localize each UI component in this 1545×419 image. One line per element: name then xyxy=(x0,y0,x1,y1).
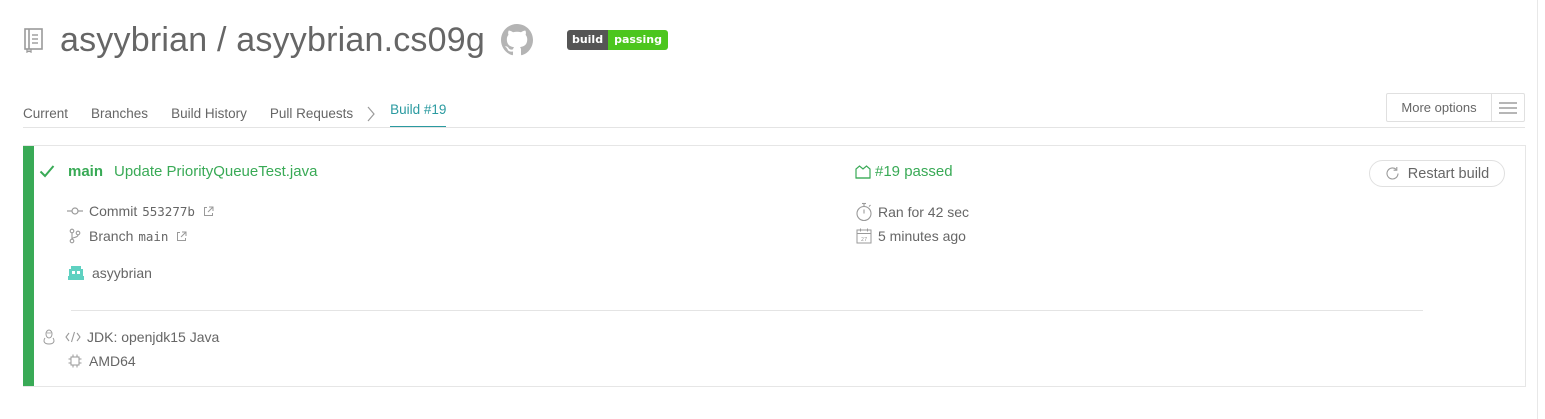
external-link-icon[interactable] xyxy=(203,206,214,217)
cpu-icon xyxy=(67,354,83,368)
arch-row: AMD64 xyxy=(67,353,136,369)
repo-title[interactable]: asyybrian / asyybrian.cs09g xyxy=(60,21,485,60)
build-status-bar xyxy=(23,146,34,386)
tab-current[interactable]: Current xyxy=(23,104,68,124)
badge-status: passing xyxy=(608,30,668,50)
author-name[interactable]: asyybrian xyxy=(92,265,152,281)
duration-text: Ran for 42 sec xyxy=(878,204,970,220)
build-branch-name[interactable]: main xyxy=(68,163,103,180)
commit-row: Commit 553277b xyxy=(67,203,214,219)
tab-build-history[interactable]: Build History xyxy=(171,104,247,124)
scrollbar-edge xyxy=(1537,0,1538,419)
duration-row: Ran for 42 sec xyxy=(855,202,969,222)
code-icon xyxy=(65,331,81,343)
arch-value: AMD64 xyxy=(89,353,136,369)
linux-icon xyxy=(41,329,57,345)
hamburger-icon[interactable] xyxy=(1492,94,1524,121)
external-link-icon[interactable] xyxy=(176,231,187,242)
repo-header: asyybrian / asyybrian.cs09g build passin… xyxy=(22,20,668,60)
commit-icon xyxy=(67,206,83,216)
github-icon[interactable] xyxy=(500,24,533,56)
stopwatch-icon xyxy=(855,202,873,222)
chevron-right-icon xyxy=(366,104,380,124)
branch-row: Branch main xyxy=(67,228,187,244)
build-status-badge[interactable]: build passing xyxy=(566,30,668,50)
build-card: main Update PriorityQueueTest.java Commi… xyxy=(23,145,1526,387)
jdk-value: JDK: openjdk15 Java xyxy=(87,329,220,345)
build-divider xyxy=(71,310,1423,311)
calendar-icon: 27 xyxy=(855,228,873,244)
finished-row: 27 5 minutes ago xyxy=(855,228,966,244)
branch-label: Branch xyxy=(89,228,134,244)
build-passed-icon xyxy=(855,164,871,179)
restart-icon xyxy=(1385,166,1400,181)
tab-branches[interactable]: Branches xyxy=(91,104,148,124)
restart-build-label: Restart build xyxy=(1407,165,1490,182)
more-options-label: More options xyxy=(1387,94,1492,121)
badge-label: build xyxy=(566,30,609,50)
repo-icon xyxy=(22,27,46,53)
commit-sha[interactable]: 553277b xyxy=(142,204,195,219)
tab-build-19[interactable]: Build #19 xyxy=(390,100,447,128)
finished-text: 5 minutes ago xyxy=(878,228,966,244)
build-status-text: #19 passed xyxy=(875,163,953,180)
avatar xyxy=(68,265,84,281)
svg-text:27: 27 xyxy=(861,237,867,243)
branch-icon xyxy=(67,228,83,244)
commit-label: Commit xyxy=(89,203,138,219)
branch-value[interactable]: main xyxy=(138,229,168,244)
commit-message[interactable]: Update PriorityQueueTest.java xyxy=(114,163,317,180)
jdk-row: JDK: openjdk15 Java xyxy=(41,329,219,345)
restart-build-button[interactable]: Restart build xyxy=(1369,160,1505,187)
tabs-divider xyxy=(23,127,1525,128)
repo-tabs: Current Branches Build History Pull Requ… xyxy=(23,100,469,128)
author-row: asyybrian xyxy=(68,265,152,281)
build-status[interactable]: #19 passed xyxy=(855,163,953,180)
tab-pull-requests[interactable]: Pull Requests xyxy=(270,104,353,124)
more-options-button[interactable]: More options xyxy=(1386,93,1525,122)
check-icon xyxy=(39,164,55,183)
